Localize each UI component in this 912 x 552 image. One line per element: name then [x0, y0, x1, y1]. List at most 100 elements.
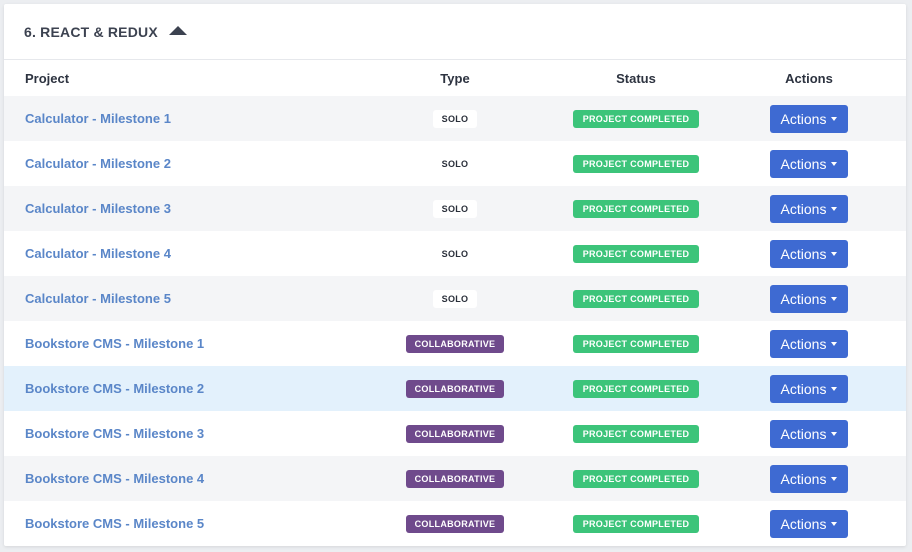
project-link[interactable]: Bookstore CMS - Milestone 2 [25, 381, 204, 396]
type-badge: SOLO [432, 290, 478, 308]
project-cell: Calculator - Milestone 2 [4, 141, 350, 186]
caret-down-icon [831, 341, 838, 346]
project-link[interactable]: Calculator - Milestone 5 [25, 291, 171, 306]
actions-button[interactable]: Actions [770, 149, 848, 178]
actions-button-label: Actions [780, 515, 827, 532]
actions-cell: Actions [712, 456, 906, 501]
actions-button[interactable]: Actions [770, 329, 848, 358]
status-badge: PROJECT COMPLETED [572, 470, 700, 488]
project-cell: Calculator - Milestone 3 [4, 186, 350, 231]
actions-button-label: Actions [780, 470, 827, 487]
projects-card: 6. REACT & REDUX Project Type Status Act… [4, 4, 906, 546]
actions-button-label: Actions [780, 200, 827, 217]
project-link[interactable]: Calculator - Milestone 1 [25, 111, 171, 126]
column-header-actions: Actions [785, 70, 833, 86]
actions-cell: Actions [712, 276, 906, 321]
project-cell: Bookstore CMS - Milestone 1 [4, 321, 350, 366]
status-cell: PROJECT COMPLETED [560, 411, 712, 456]
status-badge: PROJECT COMPLETED [572, 515, 700, 533]
actions-cell: Actions [712, 501, 906, 546]
caret-down-icon [831, 386, 838, 391]
project-cell: Calculator - Milestone 1 [4, 96, 350, 141]
status-cell: PROJECT COMPLETED [560, 141, 712, 186]
status-cell: PROJECT COMPLETED [560, 276, 712, 321]
project-link[interactable]: Bookstore CMS - Milestone 3 [25, 426, 204, 441]
type-cell: COLLABORATIVE [350, 456, 560, 501]
actions-cell: Actions [712, 141, 906, 186]
actions-button-label: Actions [780, 290, 827, 307]
actions-cell: Actions [712, 411, 906, 456]
caret-down-icon [831, 431, 838, 436]
type-cell: COLLABORATIVE [350, 411, 560, 456]
actions-button[interactable]: Actions [770, 239, 848, 268]
section-header[interactable]: 6. REACT & REDUX [4, 4, 906, 60]
actions-button-label: Actions [780, 380, 827, 397]
project-link[interactable]: Bookstore CMS - Milestone 5 [25, 516, 204, 531]
table-row: Calculator - Milestone 3 SOLO PROJECT COMP… [4, 186, 906, 231]
table-row: Calculator - Milestone 5 SOLO PROJECT COMP… [4, 276, 906, 321]
section-title: 6. REACT & REDUX [24, 23, 158, 40]
caret-down-icon [831, 521, 838, 526]
actions-cell: Actions [712, 186, 906, 231]
caret-down-icon [831, 161, 838, 166]
status-badge: PROJECT COMPLETED [572, 425, 700, 443]
project-cell: Calculator - Milestone 4 [4, 231, 350, 276]
actions-button-label: Actions [780, 425, 827, 442]
table-header-row: Project Type Status Actions [4, 60, 906, 96]
table-row: Bookstore CMS - Milestone 2 COLLABORATIVE… [4, 366, 906, 411]
status-badge: PROJECT COMPLETED [572, 200, 700, 218]
type-badge: SOLO [432, 110, 478, 128]
actions-cell: Actions [712, 321, 906, 366]
type-cell: COLLABORATIVE [350, 321, 560, 366]
table-row: Calculator - Milestone 1 SOLO PROJECT COMP… [4, 96, 906, 141]
table-row: Bookstore CMS - Milestone 5 COLLABORATIVE… [4, 501, 906, 546]
type-badge: SOLO [432, 155, 478, 173]
actions-button[interactable]: Actions [770, 419, 848, 448]
project-link[interactable]: Calculator - Milestone 4 [25, 246, 171, 261]
type-cell: SOLO [350, 276, 560, 321]
actions-cell: Actions [712, 366, 906, 411]
type-cell: COLLABORATIVE [350, 366, 560, 411]
actions-button[interactable]: Actions [770, 104, 848, 133]
actions-button[interactable]: Actions [770, 374, 848, 403]
actions-button[interactable]: Actions [770, 284, 848, 313]
status-cell: PROJECT COMPLETED [560, 501, 712, 546]
table-row: Calculator - Milestone 4 SOLO PROJECT COMP… [4, 231, 906, 276]
actions-button-label: Actions [780, 335, 827, 352]
actions-button-label: Actions [780, 155, 827, 172]
status-badge: PROJECT COMPLETED [572, 110, 700, 128]
project-link[interactable]: Calculator - Milestone 2 [25, 156, 171, 171]
type-cell: SOLO [350, 231, 560, 276]
table-row: Calculator - Milestone 2 SOLO PROJECT COMP… [4, 141, 906, 186]
actions-cell: Actions [712, 231, 906, 276]
project-link[interactable]: Bookstore CMS - Milestone 1 [25, 336, 204, 351]
actions-button[interactable]: Actions [770, 509, 848, 538]
type-cell: COLLABORATIVE [350, 501, 560, 546]
type-cell: SOLO [350, 186, 560, 231]
table-row: Bookstore CMS - Milestone 4 COLLABORATIVE… [4, 456, 906, 501]
caret-up-icon[interactable] [168, 26, 187, 35]
type-badge: COLLABORATIVE [405, 515, 505, 533]
project-link[interactable]: Bookstore CMS - Milestone 4 [25, 471, 204, 486]
column-header-status: Status [616, 70, 656, 86]
project-link[interactable]: Calculator - Milestone 3 [25, 201, 171, 216]
table-row: Bookstore CMS - Milestone 1 COLLABORATIVE… [4, 321, 906, 366]
status-badge: PROJECT COMPLETED [572, 380, 700, 398]
status-cell: PROJECT COMPLETED [560, 96, 712, 141]
actions-button[interactable]: Actions [770, 194, 848, 223]
caret-down-icon [831, 206, 838, 211]
type-cell: SOLO [350, 141, 560, 186]
status-badge: PROJECT COMPLETED [572, 290, 700, 308]
project-cell: Bookstore CMS - Milestone 5 [4, 501, 350, 546]
column-header-project: Project [25, 70, 70, 86]
type-badge: SOLO [432, 245, 478, 263]
actions-button[interactable]: Actions [770, 464, 848, 493]
caret-down-icon [831, 296, 838, 301]
type-cell: SOLO [350, 96, 560, 141]
type-badge: COLLABORATIVE [405, 470, 505, 488]
caret-down-icon [831, 251, 838, 256]
status-badge: PROJECT COMPLETED [572, 155, 700, 173]
status-cell: PROJECT COMPLETED [560, 456, 712, 501]
column-header-type: Type [440, 70, 470, 86]
type-badge: COLLABORATIVE [405, 425, 505, 443]
